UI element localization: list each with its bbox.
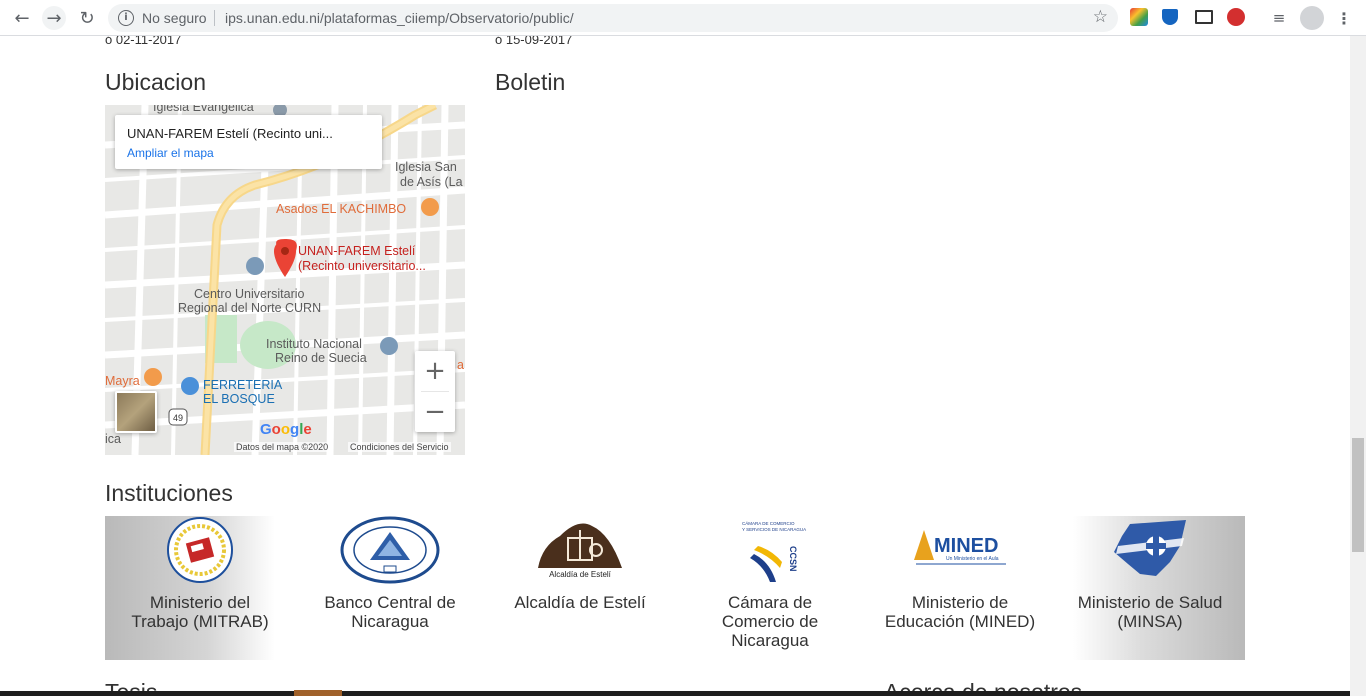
url-text[interactable]: ips.unan.edu.ni/plataformas_ciiemp/Obser… xyxy=(225,10,574,26)
institution-minsa[interactable]: Ministerio de Salud (MINSA) xyxy=(1055,516,1245,660)
institution-name: Banco Central de Nicaragua xyxy=(324,593,456,631)
map-label-mayra: Mayra xyxy=(105,374,140,388)
news-date-left: ó 02-11-2017 xyxy=(105,36,182,47)
institution-name: Ministerio de Educación (MINED) xyxy=(884,593,1036,631)
footer-accent xyxy=(294,690,342,696)
embedded-map[interactable]: Iglesia Evangelica Iglesia San de Asís (… xyxy=(105,105,465,455)
map-label-route: 49 xyxy=(173,413,184,423)
mitrab-logo-icon xyxy=(167,517,233,583)
zoom-out-button[interactable]: − xyxy=(415,392,455,432)
enlarge-map-link[interactable]: Ampliar el mapa xyxy=(127,146,214,160)
forward-arrow-icon[interactable]: → xyxy=(42,6,66,30)
page-scrollbar[interactable] xyxy=(1350,36,1366,696)
section-title-bulletin: Boletin xyxy=(495,69,566,95)
institution-name: Ministerio del Trabajo (MITRAB) xyxy=(131,593,269,631)
omnibox-separator xyxy=(214,10,215,26)
reload-icon[interactable]: ↻ xyxy=(75,6,99,30)
map-data-attribution: Datos del mapa ©2020 xyxy=(234,442,331,452)
restaurant-pin-icon xyxy=(144,368,162,386)
map-label-de-asis: de Asís (La xyxy=(400,175,463,189)
footer-bar xyxy=(0,691,1350,696)
institution-name: Alcaldía de Estelí xyxy=(514,593,646,612)
map-label-ferreteria-2: EL BOSQUE xyxy=(203,392,275,406)
map-label-edge-right: a xyxy=(457,358,464,372)
section-title-location: Ubicacion xyxy=(105,69,206,95)
ccsn-logo-icon: CÁMARA DE COMERCIO Y SERVICIOS DE NICARA… xyxy=(742,520,806,582)
institutions-carousel: Ministerio del Trabajo (MITRAB) Banco Cen… xyxy=(105,516,1245,660)
map-zoom-controls: + − xyxy=(415,351,455,432)
extension-shield-icon[interactable] xyxy=(1162,9,1178,25)
svg-text:CCSN: CCSN xyxy=(788,546,798,572)
alcaldia-logo-caption: Alcaldía de Estelí xyxy=(549,570,611,579)
svg-text:CÁMARA DE COMERCIO: CÁMARA DE COMERCIO xyxy=(742,520,795,526)
svg-text:Y SERVICIOS DE NICARAGUA: Y SERVICIOS DE NICARAGUA xyxy=(742,527,806,532)
back-arrow-icon[interactable]: ← xyxy=(10,6,34,30)
institution-name: Cámara de Comercio de Nicaragua xyxy=(721,593,819,650)
svg-text:Un Ministerio en el Aula: Un Ministerio en el Aula xyxy=(946,556,999,562)
menu-kebab-icon[interactable]: ⋮ xyxy=(1332,6,1356,30)
restaurant-pin-icon-2 xyxy=(421,198,439,216)
extension-opera-icon[interactable] xyxy=(1227,8,1245,26)
svg-text:MINED: MINED xyxy=(934,535,998,557)
map-label-ferreteria-1: FERRETERIA xyxy=(203,378,283,392)
zoom-in-button[interactable]: + xyxy=(415,351,455,391)
map-label-edge-left: ica xyxy=(105,432,121,446)
section-title-institutions: Instituciones xyxy=(105,480,233,506)
browser-toolbar: ← → ↻ i No seguro ips.unan.edu.ni/plataf… xyxy=(0,0,1366,36)
extension-colorful-icon[interactable] xyxy=(1130,8,1148,26)
map-label-iglesia-san: Iglesia San xyxy=(395,160,457,174)
satellite-thumbnail xyxy=(117,393,155,431)
university-pin-icon xyxy=(246,257,264,275)
street-view-button[interactable] xyxy=(115,391,157,433)
map-label-instituto-2: Reino de Suecia xyxy=(275,351,367,365)
bookmark-star-icon[interactable]: ☆ xyxy=(1093,7,1108,27)
news-date-right: ó 15-09-2017 xyxy=(495,36,573,47)
institution-alcaldia[interactable]: Alcaldía de Estelí Alcaldía de Estelí xyxy=(485,516,675,660)
map-label-iglesia-evangelica: Iglesia Evangelica xyxy=(153,105,254,114)
extension-screen-icon[interactable] xyxy=(1195,10,1213,24)
map-terms-link[interactable]: Condiciones del Servicio xyxy=(348,442,451,452)
map-label-unan-1: UNAN-FAREM Estelí xyxy=(298,244,416,258)
map-label-curn-1: Centro Universitario xyxy=(194,287,305,301)
info-icon[interactable]: i xyxy=(118,10,134,26)
map-label-curn-2: Regional del Norte CURN xyxy=(178,301,322,315)
map-label-instituto-1: Instituto Nacional xyxy=(266,337,362,351)
institution-name: Ministerio de Salud (MINSA) xyxy=(1077,593,1223,631)
map-label-unan-2: (Recinto universitario... xyxy=(298,259,426,273)
map-place-name: UNAN-FAREM Estelí (Recinto uni... xyxy=(127,126,333,141)
map-place-card: UNAN-FAREM Estelí (Recinto uni... Amplia… xyxy=(115,115,382,169)
minsa-logo-icon xyxy=(1114,520,1186,576)
hardware-store-pin-icon xyxy=(181,377,199,395)
institution-bcn[interactable]: Banco Central de Nicaragua xyxy=(295,516,485,660)
institution-mined[interactable]: MINED Un Ministerio en el Aula Ministeri… xyxy=(865,516,1055,660)
scrollbar-thumb[interactable] xyxy=(1352,438,1364,552)
map-label-asados: Asados EL KACHIMBO xyxy=(276,202,407,216)
mined-logo-icon: MINED Un Ministerio en el Aula xyxy=(914,530,1006,565)
security-label[interactable]: No seguro xyxy=(142,10,207,26)
google-logo: Google xyxy=(260,421,312,438)
bcn-logo-icon xyxy=(340,516,440,584)
page-content: ó 02-11-2017 ó 15-09-2017 Ubicacion Bole… xyxy=(0,36,1350,696)
profile-avatar-icon[interactable] xyxy=(1300,6,1324,30)
media-controls-icon[interactable]: ≡ xyxy=(1267,6,1291,30)
school-pin-icon xyxy=(380,337,398,355)
address-bar[interactable]: i No seguro ips.unan.edu.ni/plataformas_… xyxy=(108,4,1118,32)
institution-ccsn[interactable]: CÁMARA DE COMERCIO Y SERVICIOS DE NICARA… xyxy=(675,516,865,660)
institution-mitrab[interactable]: Ministerio del Trabajo (MITRAB) xyxy=(105,516,295,660)
